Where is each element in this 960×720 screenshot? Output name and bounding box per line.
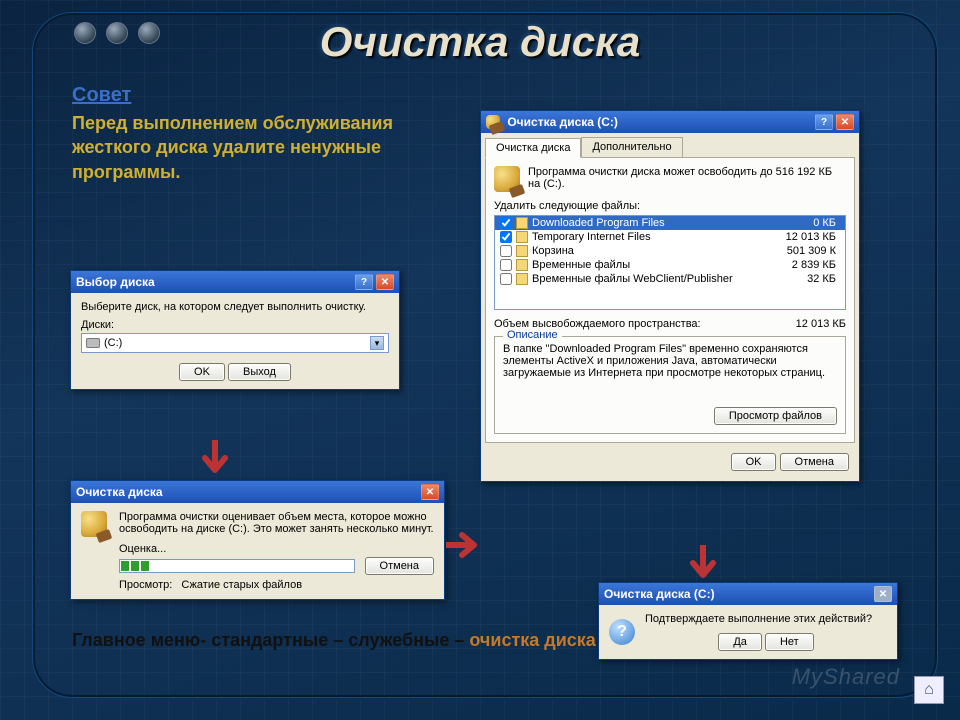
file-icon [516,217,528,229]
file-list[interactable]: Downloaded Program Files 0 КБ Temporary … [494,215,846,310]
file-row[interactable]: Корзина 501 309 К [495,244,845,258]
file-size: 32 КБ [762,273,842,285]
file-row[interactable]: Временные файлы 2 839 КБ [495,258,845,272]
cleanup-title: Очистка диска (C:) [507,115,618,129]
arrow-down-icon [688,545,718,585]
selected-drive: (C:) [104,337,122,349]
yes-button[interactable]: Да [718,633,762,651]
scan-dialog: Очистка диска ✕ Программа очистки оценив… [70,480,445,600]
file-checkbox[interactable] [500,245,512,257]
file-checkbox[interactable] [500,273,512,285]
tab-more[interactable]: Дополнительно [581,137,682,157]
file-icon [516,259,528,271]
file-name: Temporary Internet Files [532,231,762,243]
file-checkbox[interactable] [500,231,512,243]
view-files-button[interactable]: Просмотр файлов [714,407,837,425]
cleanup-dialog: Очистка диска (C:) ? ✕ Очистка диска Доп… [480,110,860,482]
help-icon[interactable]: ? [815,114,833,130]
file-name: Downloaded Program Files [532,217,762,229]
desc-body: В папке "Downloaded Program Files" време… [503,343,837,399]
tip-body: Перед выполнением обслуживания жесткого … [72,111,432,184]
file-icon [516,273,528,285]
file-row[interactable]: Временные файлы WebClient/Publisher 32 К… [495,272,845,286]
confirm-title: Очистка диска (C:) [604,587,715,601]
file-name: Временные файлы [532,259,762,271]
menu-path: Главное меню- стандартные – служебные – … [72,630,596,651]
scan-title: Очистка диска [76,485,163,499]
arrow-down-icon [200,440,230,480]
disk-icon [86,338,100,348]
tip-heading: Совет [72,82,432,109]
freed-value: 12 013 КБ [796,318,846,330]
select-prompt: Выберите диск, на котором следует выполн… [81,301,389,313]
viewing-value: Сжатие старых файлов [181,579,302,591]
cleanup-icon [486,115,500,129]
file-name: Корзина [532,245,762,257]
file-size: 2 839 КБ [762,259,842,271]
tab-cleanup[interactable]: Очистка диска [485,138,581,158]
file-icon [516,231,528,243]
file-checkbox[interactable] [500,217,512,229]
file-icon [516,245,528,257]
no-button[interactable]: Нет [765,633,814,651]
desc-legend: Описание [503,329,562,341]
watermark: MyShared [792,664,900,690]
viewing-label: Просмотр: [119,579,172,591]
ok-button[interactable]: OK [731,453,777,471]
cancel-button[interactable]: Отмена [365,557,434,575]
file-name: Временные файлы WebClient/Publisher [532,273,762,285]
page-title: Очистка диска [0,18,960,66]
tip-block: Совет Перед выполнением обслуживания жес… [72,82,432,184]
ok-button[interactable]: OK [179,363,225,381]
file-row[interactable]: Temporary Internet Files 12 013 КБ [495,230,845,244]
exit-button[interactable]: Выход [228,363,291,381]
select-drive-dialog: Выбор диска ? ✕ Выберите диск, на которо… [70,270,400,390]
select-title: Выбор диска [76,275,155,289]
file-checkbox[interactable] [500,259,512,271]
question-icon: ? [609,619,635,645]
progress-bar [119,559,355,573]
scan-status: Оценка... [119,543,434,555]
close-icon[interactable]: ✕ [874,586,892,602]
home-button[interactable]: ⌂ [914,676,944,704]
chevron-down-icon[interactable]: ▾ [370,336,384,350]
drive-dropdown[interactable]: (C:) ▾ [81,333,389,353]
file-size: 0 КБ [762,217,842,229]
close-icon[interactable]: ✕ [376,274,394,290]
scan-message: Программа очистки оценивает объем места,… [119,511,434,535]
close-icon[interactable]: ✕ [421,484,439,500]
cleanup-icon [494,166,520,192]
cleanup-summary: Программа очистки диска может освободить… [528,166,846,190]
help-icon[interactable]: ? [355,274,373,290]
file-row[interactable]: Downloaded Program Files 0 КБ [495,216,845,230]
delete-files-label: Удалить следующие файлы: [494,200,846,212]
arrow-right-icon [446,530,482,560]
drives-label: Диски: [81,319,389,331]
file-size: 501 309 К [762,245,842,257]
cancel-button[interactable]: Отмена [780,453,849,471]
close-icon[interactable]: ✕ [836,114,854,130]
confirm-dialog: Очистка диска (C:) ✕ ? Подтверждаете вып… [598,582,898,660]
confirm-message: Подтверждаете выполнение этих действий? [645,613,887,625]
file-size: 12 013 КБ [762,231,842,243]
cleanup-icon [81,511,107,537]
